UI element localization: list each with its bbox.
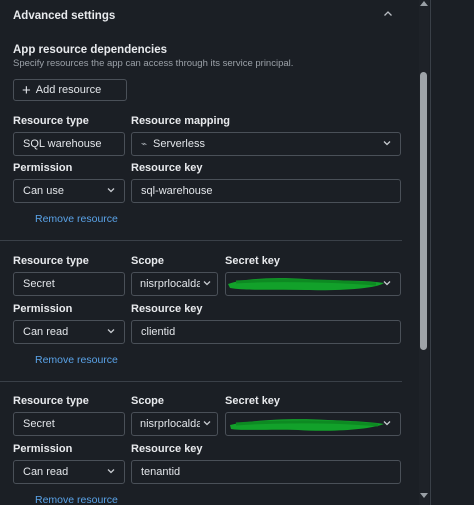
resource-mapping-value: Serverless [153, 138, 205, 150]
resource-type-value: Secret [23, 418, 55, 430]
resource-divider [0, 240, 402, 241]
resource-type-label: Resource type [13, 255, 89, 267]
scroll-down-arrow-icon[interactable] [420, 493, 428, 498]
scope-label: Scope [131, 255, 165, 267]
permission-label: Permission [13, 303, 73, 315]
resource-key-value: sql-warehouse [141, 185, 213, 197]
chevron-down-icon [106, 185, 116, 198]
chevron-down-icon [382, 278, 392, 291]
resource-key-label: Resource key [131, 303, 203, 315]
resource-key-input[interactable]: clientid [131, 320, 401, 344]
panel-border [430, 0, 431, 505]
permission-value: Can read [23, 466, 69, 478]
secret-key-label: Secret key [225, 395, 281, 407]
resource-type-label: Resource type [13, 395, 89, 407]
resource-type-field[interactable]: SQL warehouse [13, 132, 125, 156]
chevron-down-icon [382, 418, 392, 431]
resource-divider [0, 381, 402, 382]
advanced-settings-panel: Advanced settings App resource dependenc… [0, 0, 418, 505]
collapse-chevron-up-icon[interactable] [383, 9, 393, 19]
redaction-scribble [228, 278, 384, 291]
redaction-scribble [230, 419, 384, 431]
resource-key-value: clientid [141, 326, 176, 338]
plus-icon: + [22, 81, 31, 99]
serverless-icon: ⌁ [141, 138, 148, 150]
secret-key-select[interactable] [225, 272, 401, 296]
permission-select[interactable]: Can read [13, 460, 125, 484]
advanced-settings-title: Advanced settings [13, 10, 116, 22]
permission-value: Can use [23, 185, 64, 197]
chevron-down-icon [200, 278, 212, 291]
resource-key-input[interactable]: sql-warehouse [131, 179, 401, 203]
chevron-down-icon [106, 466, 116, 479]
permission-select[interactable]: Can read [13, 320, 125, 344]
scope-select[interactable]: nisrprlocalda... [131, 412, 218, 436]
add-resource-label: Add resource [35, 84, 102, 96]
section-description: Specify resources the app can access thr… [13, 58, 294, 69]
chevron-down-icon [200, 418, 212, 431]
permission-label: Permission [13, 162, 73, 174]
scope-select[interactable]: nisrprlocalda... [131, 272, 218, 296]
scroll-up-arrow-icon[interactable] [420, 1, 428, 6]
resource-mapping-select[interactable]: ⌁ Serverless [131, 132, 401, 156]
resource-type-value: SQL warehouse [23, 138, 102, 150]
resource-key-label: Resource key [131, 162, 203, 174]
section-title: App resource dependencies [13, 44, 168, 56]
chevron-down-icon [382, 138, 392, 151]
remove-resource-link[interactable]: Remove resource [35, 213, 118, 225]
permission-select[interactable]: Can use [13, 179, 125, 203]
remove-resource-link[interactable]: Remove resource [35, 494, 118, 505]
resource-mapping-label: Resource mapping [131, 115, 231, 127]
secret-key-select[interactable] [225, 412, 401, 436]
remove-resource-link[interactable]: Remove resource [35, 354, 118, 366]
resource-type-label: Resource type [13, 115, 89, 127]
scrollbar-thumb[interactable] [420, 72, 427, 350]
resource-key-input[interactable]: tenantid [131, 460, 401, 484]
resource-type-field[interactable]: Secret [13, 272, 125, 296]
add-resource-button[interactable]: + Add resource [13, 79, 127, 101]
resource-type-field[interactable]: Secret [13, 412, 125, 436]
permission-label: Permission [13, 443, 73, 455]
chevron-down-icon [106, 326, 116, 339]
resource-key-label: Resource key [131, 443, 203, 455]
scope-label: Scope [131, 395, 165, 407]
resource-type-value: Secret [23, 278, 55, 290]
permission-value: Can read [23, 326, 69, 338]
resource-key-value: tenantid [141, 466, 181, 478]
secret-key-label: Secret key [225, 255, 281, 267]
